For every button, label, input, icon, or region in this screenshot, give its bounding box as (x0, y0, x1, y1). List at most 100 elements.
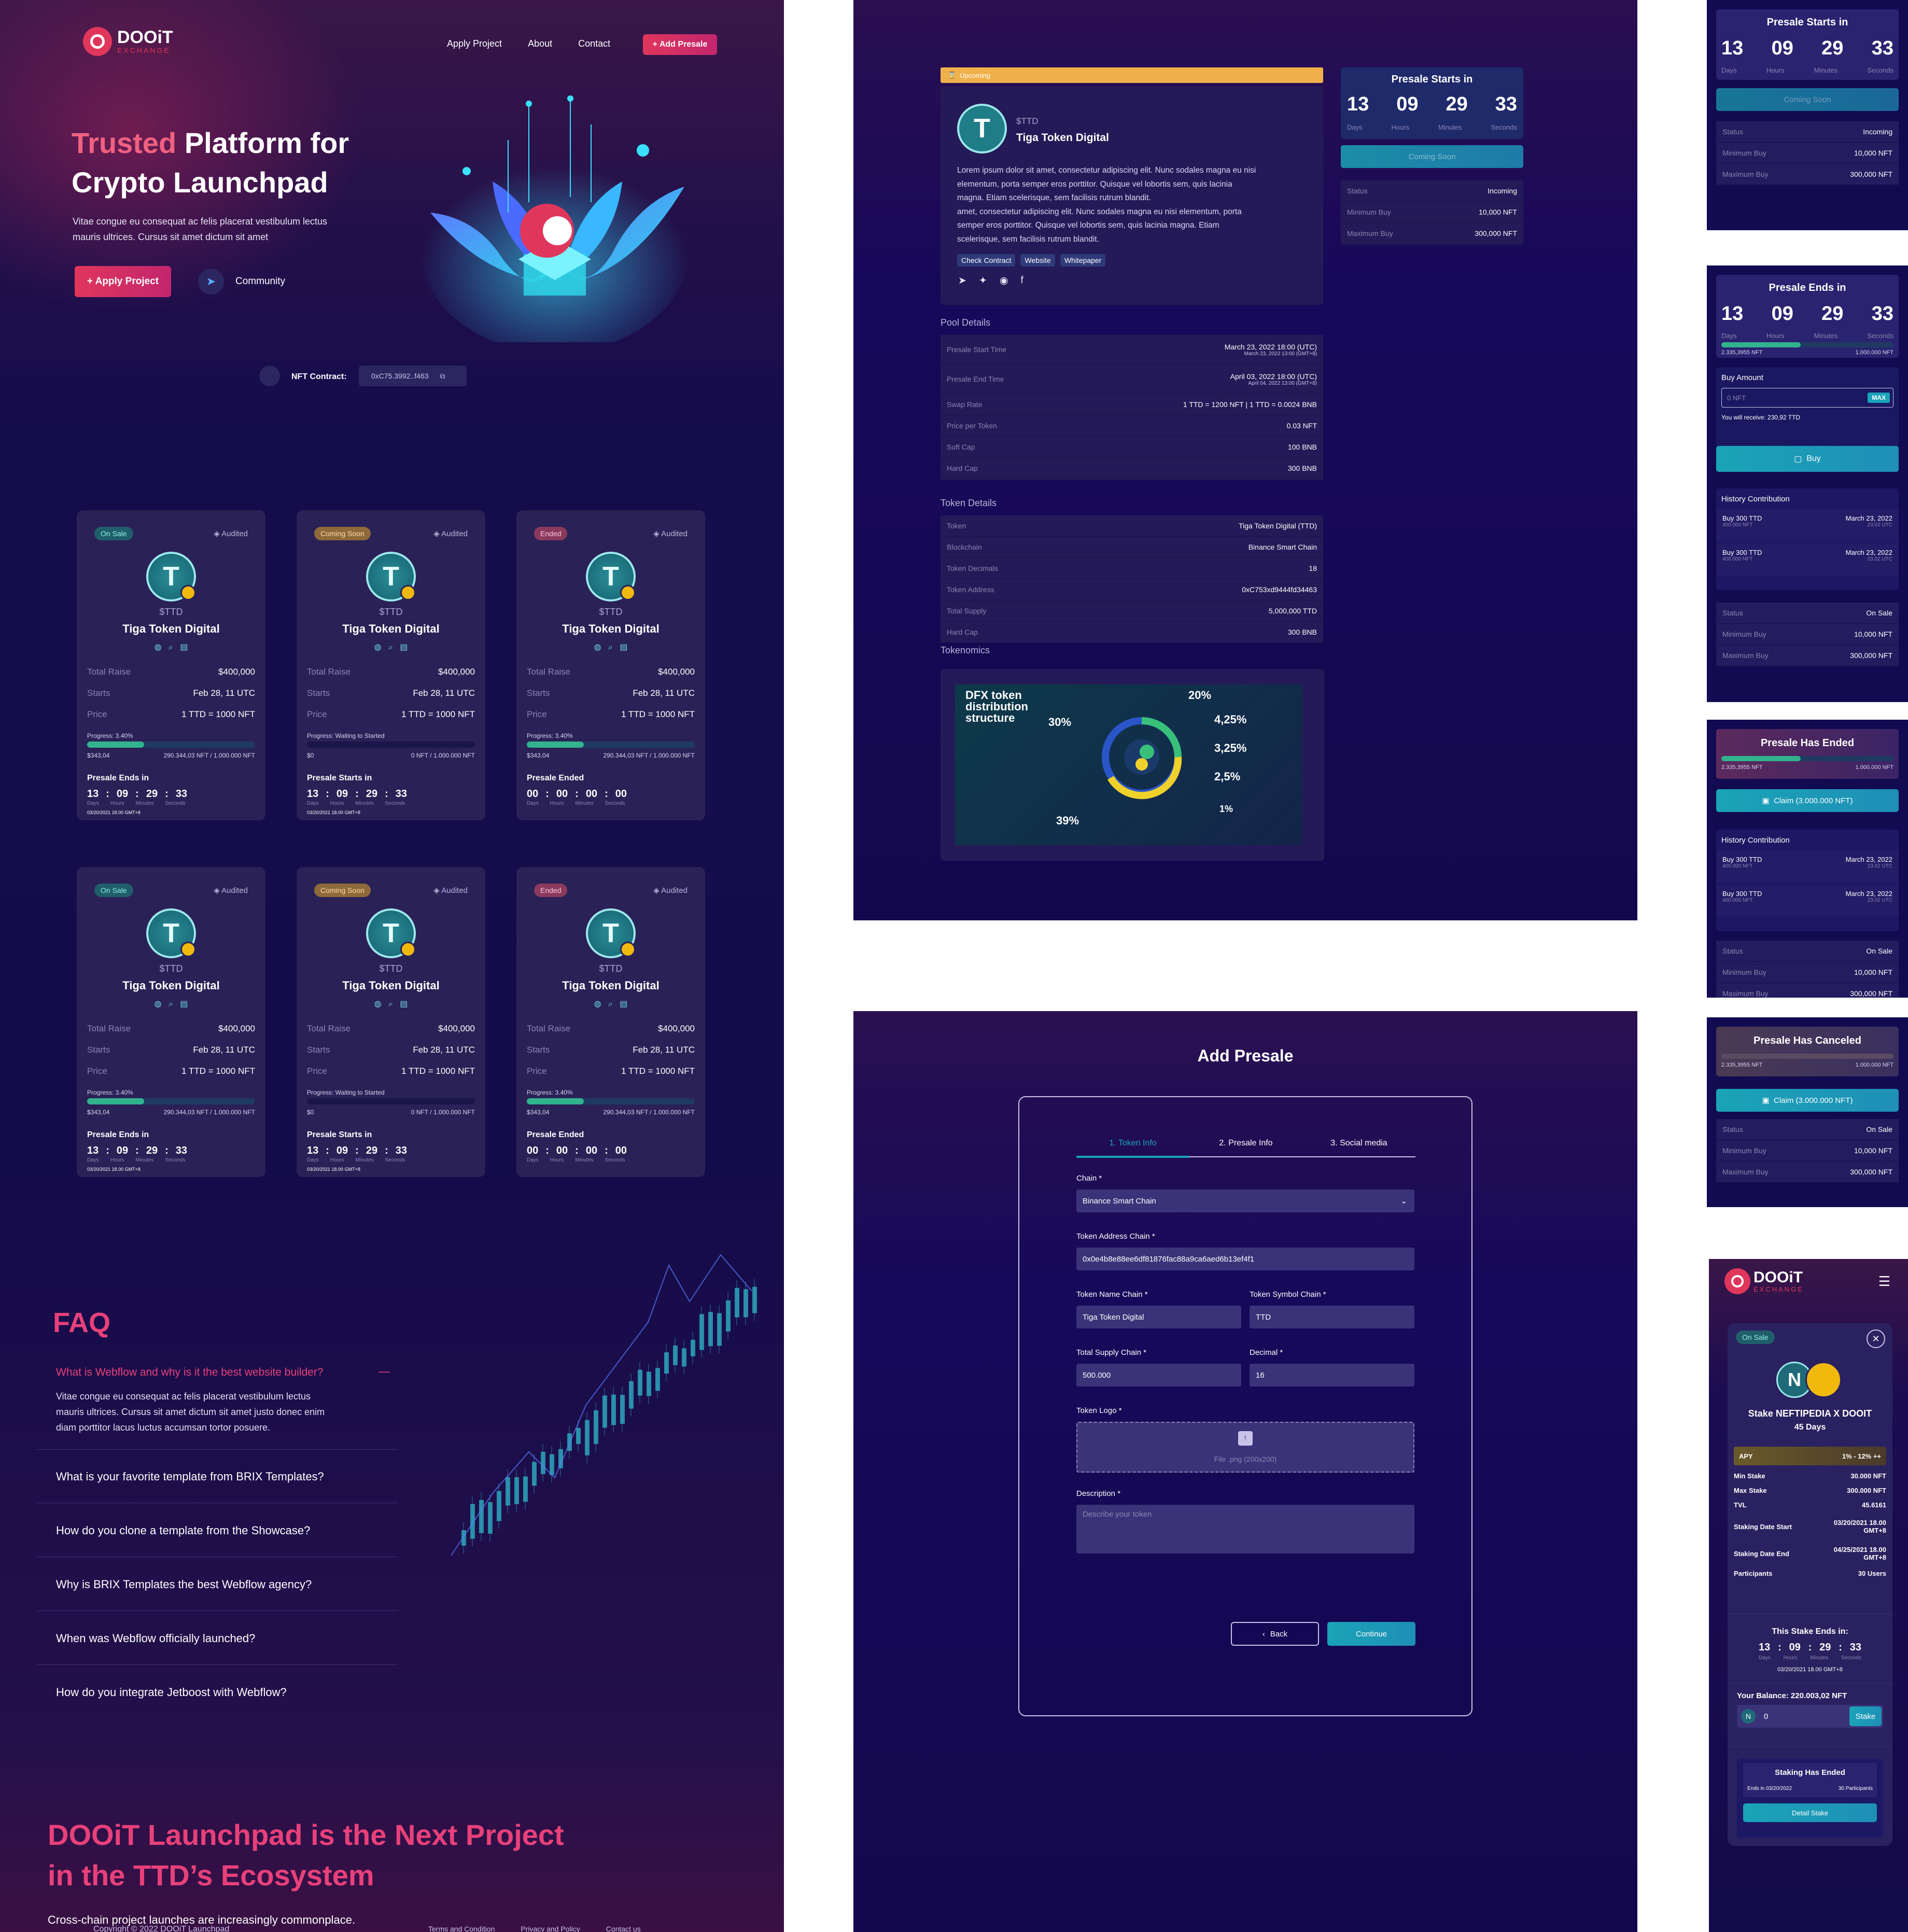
countdown-days: 13 (307, 788, 319, 800)
candle-body (726, 1300, 731, 1332)
presale-card[interactable]: Coming Soon ◈ Audited $TTD Tiga Token Di… (297, 510, 485, 820)
faq-question[interactable]: Why is BRIX Templates the best Webflow a… (56, 1578, 312, 1591)
document-icon[interactable]: ▤ (180, 643, 188, 652)
chain-select[interactable]: Binance Smart Chain ⌄ (1076, 1189, 1414, 1212)
contract-icon[interactable]: ⌕ (388, 1000, 393, 1009)
description-textarea[interactable]: Describe your token (1076, 1505, 1414, 1553)
buy-button[interactable]: ▢ Buy (1716, 446, 1899, 472)
telegram-icon[interactable]: ➤ (958, 275, 966, 287)
row-value: 300,000 NFT (1850, 651, 1892, 660)
countdown-days: 13 (87, 788, 99, 800)
audited-text: Audited (441, 886, 468, 895)
logo[interactable]: DOOiT EXCHANGE (83, 27, 173, 56)
card-link-icons: ◍ ⌕ ▤ (77, 999, 265, 1009)
add-presale-button[interactable]: + Add Presale (643, 34, 717, 55)
document-icon[interactable]: ▤ (620, 643, 627, 652)
logo-upload-area[interactable]: ↑ File .png (200x200) (1076, 1422, 1414, 1473)
coinmarketcap-icon[interactable]: ◍ (594, 1000, 601, 1009)
row-key: Status (1722, 128, 1743, 136)
website-link[interactable]: Website (1020, 254, 1055, 267)
coinmarketcap-icon[interactable]: ◍ (594, 643, 601, 652)
stake-input[interactable]: N 0 Stake (1737, 1705, 1883, 1728)
mobile-logo[interactable]: DOOiT EXCHANGE (1724, 1268, 1804, 1294)
document-icon[interactable]: ▤ (180, 1000, 188, 1009)
tab-social-media[interactable]: 3. Social media (1302, 1139, 1415, 1148)
presale-card[interactable]: On Sale ◈ Audited $TTD Tiga Token Digita… (77, 510, 265, 820)
presale-card[interactable]: On Sale ◈ Audited $TTD Tiga Token Digita… (77, 867, 265, 1177)
discord-icon[interactable]: ◉ (1000, 275, 1008, 287)
coming-soon-button[interactable]: Coming Soon (1716, 88, 1899, 111)
coinmarketcap-icon[interactable]: ◍ (374, 1000, 382, 1009)
tab-presale-info[interactable]: 2. Presale Info (1189, 1139, 1302, 1148)
card-link-icons: ◍ ⌕ ▤ (516, 642, 705, 652)
row-value: 10,000 NFT (1854, 630, 1892, 638)
status-badge: On Sale (94, 884, 133, 897)
faq-question[interactable]: How do you clone a template from the Sho… (56, 1524, 310, 1537)
decimal-input[interactable]: 16 (1250, 1364, 1414, 1387)
contract-icon[interactable]: ⌕ (169, 1000, 173, 1009)
facebook-icon[interactable]: f (1020, 275, 1023, 287)
divider (1728, 1746, 1892, 1747)
coming-soon-button[interactable]: Coming Soon (1341, 145, 1523, 168)
detail-stake-button[interactable]: Detail Stake (1743, 1803, 1877, 1822)
coinmarketcap-icon[interactable]: ◍ (155, 643, 162, 652)
faq-question[interactable]: What is your favorite template from BRIX… (56, 1470, 324, 1483)
history-amount: Buy 300 TTD (1722, 514, 1762, 522)
pool-row: Soft Cap 100 BNB (941, 437, 1323, 458)
footer-link-terms[interactable]: Terms and Condition (428, 1925, 495, 1932)
token-name-input[interactable]: Tiga Token Digital (1076, 1306, 1241, 1328)
unit-label: Minutes (575, 801, 594, 806)
history-item: Buy 300 TTD March 23, 2022 400.000 NFT 23.… (1716, 509, 1899, 541)
faq-question[interactable]: How do you integrate Jetboost with Webfl… (56, 1686, 287, 1699)
presale-card[interactable]: Ended ◈ Audited $TTD Tiga Token Digital … (516, 510, 705, 820)
nft-contract-value[interactable]: 0xC75.3992..f463 ⧉ (359, 366, 467, 386)
document-icon[interactable]: ▤ (400, 643, 408, 652)
nav-about[interactable]: About (528, 38, 552, 49)
tab-token-info[interactable]: 1. Token Info (1076, 1139, 1189, 1148)
nav-contact[interactable]: Contact (578, 38, 610, 49)
total-supply-input[interactable]: 500.000 (1076, 1364, 1241, 1387)
check-contract-link[interactable]: Check Contract (957, 254, 1016, 267)
contract-icon[interactable]: ⌕ (388, 643, 393, 652)
coinmarketcap-icon[interactable]: ◍ (155, 1000, 162, 1009)
contract-icon[interactable]: ⌕ (169, 643, 173, 652)
copy-icon[interactable]: ⧉ (440, 372, 445, 381)
continue-button[interactable]: Continue (1327, 1622, 1415, 1646)
buy-amount-input[interactable]: 0 NFT MAX (1721, 388, 1893, 408)
claim-button[interactable]: ▣ Claim (3.000.000 NFT) (1716, 1089, 1899, 1112)
card-link-icons: ◍ ⌕ ▤ (77, 642, 265, 652)
presale-card[interactable]: Coming Soon ◈ Audited $TTD Tiga Token Di… (297, 867, 485, 1177)
max-button[interactable]: MAX (1868, 393, 1890, 403)
presale-card[interactable]: Ended ◈ Audited $TTD Tiga Token Digital … (516, 867, 705, 1177)
stake-info-row: Min Stake 30.000 NFT (1734, 1468, 1886, 1483)
hamburger-menu-icon[interactable]: ☰ (1878, 1273, 1890, 1290)
nav-apply-project[interactable]: Apply Project (447, 38, 502, 49)
countdown-units: Days Hours Minutes Seconds (87, 801, 185, 806)
status-row: Minimum Buy 10,000 NFT (1716, 962, 1899, 983)
stake-button[interactable]: Stake (1849, 1706, 1882, 1726)
contract-icon[interactable]: ⌕ (608, 643, 613, 652)
faq-question-open[interactable]: What is Webflow and why is it the best w… (56, 1366, 324, 1379)
whitepaper-link[interactable]: Whitepaper (1060, 254, 1106, 267)
unit-label: Minutes (1814, 66, 1838, 74)
faq-question[interactable]: When was Webflow officially launched? (56, 1632, 255, 1645)
coinmarketcap-icon[interactable]: ◍ (374, 643, 382, 652)
close-icon[interactable]: ✕ (1867, 1329, 1885, 1348)
contract-icon[interactable]: ⌕ (608, 1000, 613, 1009)
starts-row: Starts Feb 28, 11 UTC (87, 1045, 255, 1055)
apply-project-button[interactable]: + Apply Project (75, 266, 171, 297)
footer-link-privacy[interactable]: Privacy and Policy (521, 1925, 580, 1932)
footer-link-contact[interactable]: Contact us (606, 1925, 641, 1932)
document-icon[interactable]: ▤ (620, 1000, 627, 1009)
back-button[interactable]: ‹ Back (1231, 1622, 1319, 1646)
document-icon[interactable]: ▤ (400, 1000, 408, 1009)
twitter-icon[interactable]: ✦ (979, 275, 987, 287)
token-symbol-input[interactable]: TTD (1250, 1306, 1414, 1328)
countdown-days: 13 (1721, 37, 1744, 59)
row-key: Blockchain (947, 543, 982, 551)
token-address-input[interactable]: 0x0e4b8e88ee6df81876fac88a9ca6aed6b13ef4… (1076, 1248, 1414, 1270)
collapse-icon[interactable]: — (378, 1365, 390, 1378)
community-link[interactable]: ➤ Community (198, 269, 285, 295)
claim-button[interactable]: ▣ Claim (3.000.000 NFT) (1716, 789, 1899, 812)
staking-ended-box: Staking Has Ended Ends in 03/20/2022 30 P… (1737, 1759, 1883, 1838)
